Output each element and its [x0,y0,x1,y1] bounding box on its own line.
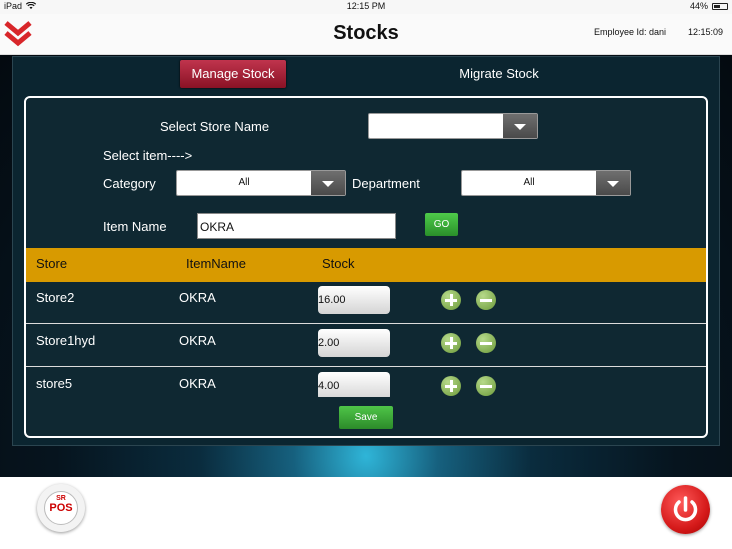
tab-manage-stock[interactable]: Manage Stock [180,60,286,88]
store-name-label: Select Store Name [160,119,270,134]
item-name-input[interactable]: OKRA [197,213,396,239]
tab-migrate-stock[interactable]: Migrate Stock [443,60,555,88]
battery-percent: 44% [689,1,708,11]
category-label: Category [103,176,156,191]
row-item: OKRA [179,333,216,348]
nav-bar: Stocks Employee Id: dani 12:15:09 [0,14,732,55]
minus-icon[interactable] [476,333,496,353]
stock-panel: Select Store Name Select item----> Categ… [24,96,708,438]
stock-input[interactable]: 16.00 [318,286,390,314]
logo-text-top: SR [56,495,66,502]
stock-input[interactable]: 2.00 [318,329,390,357]
item-name-label: Item Name [103,219,167,234]
column-header-store: Store [36,256,68,271]
select-item-label: Select item----> [103,148,193,163]
category-select-value: All [238,177,250,188]
table-row: Store1hyd OKRA 2.00 [26,325,706,367]
table-row: Store2 OKRA 16.00 [26,282,706,324]
plus-icon[interactable] [441,333,461,353]
sr-pos-logo[interactable]: SR POS [37,484,85,532]
power-icon[interactable] [661,485,710,534]
category-select[interactable]: All [176,170,346,196]
bottom-bar: SR POS [0,477,732,549]
minus-icon[interactable] [476,290,496,310]
chevron-down-icon[interactable] [503,114,537,138]
go-button[interactable]: GO [425,213,458,236]
department-select[interactable]: All [461,170,631,196]
chevron-down-icon[interactable] [596,171,630,195]
stock-input[interactable]: 4.00 [318,372,390,397]
clock: 12:15:09 [688,27,724,37]
store-select[interactable] [368,113,538,139]
table-header: Store ItemName Stock [26,248,706,282]
minus-icon[interactable] [476,376,496,396]
department-label: Department [352,176,420,191]
status-time: 12:15 PM [346,1,386,11]
status-bar: iPad 12:15 PM 44% [0,0,732,14]
plus-icon[interactable] [441,376,461,396]
row-store: Store2 [36,290,75,305]
stock-table-body[interactable]: Store2 OKRA 16.00 Store1hyd OKRA 2.00 st… [26,282,706,397]
save-button[interactable]: Save [339,406,393,429]
column-header-itemname: ItemName [186,256,246,271]
column-header-stock: Stock [322,256,355,271]
logo-text-main: POS [49,502,73,514]
row-store: Store1hyd [36,333,96,348]
row-store: store5 [36,376,73,391]
chevron-down-icon[interactable] [311,171,345,195]
plus-icon[interactable] [441,290,461,310]
employee-id: Employee Id: dani [594,27,667,37]
department-select-value: All [523,177,535,188]
row-item: OKRA [179,290,216,305]
row-item: OKRA [179,376,216,391]
battery-icon [712,3,728,10]
table-row: store5 OKRA 4.00 [26,368,706,397]
